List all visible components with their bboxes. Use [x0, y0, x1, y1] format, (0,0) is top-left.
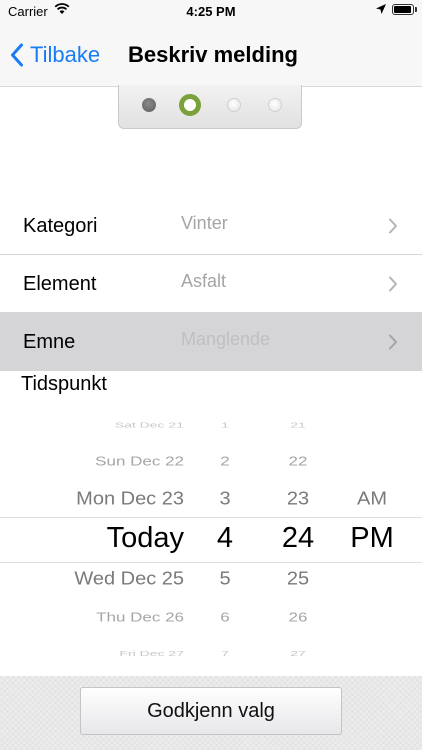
picker-item[interactable]: AM	[340, 490, 404, 508]
status-time: 4:25 PM	[186, 4, 236, 19]
row-value: Manglende	[181, 329, 271, 349]
picker-item[interactable]: Fri Dec 27	[0, 649, 184, 657]
row-value: Asfalt	[181, 271, 227, 291]
location-arrow-icon	[375, 3, 387, 18]
picker-column-ampm[interactable]: PM AM	[340, 422, 404, 658]
picker-item[interactable]: Mon Dec 23	[0, 490, 184, 508]
picker-item[interactable]: 26	[266, 611, 330, 624]
back-label: Tilbake	[30, 42, 101, 67]
step-indicator	[118, 85, 302, 129]
picker-item[interactable]: Sun Dec 22	[0, 455, 184, 468]
picker-item[interactable]: Thu Dec 26	[0, 611, 184, 624]
page-title: Beskriv melding	[128, 42, 298, 67]
picker-item[interactable]: Sat Dec 21	[0, 422, 184, 429]
picker-item[interactable]: 22	[266, 455, 330, 468]
picker-item[interactable]: 7	[195, 649, 255, 657]
battery-level	[394, 6, 411, 13]
battery-tip	[415, 7, 417, 12]
back-button[interactable]: Tilbake	[10, 40, 100, 70]
picker-item[interactable]: 2	[195, 455, 255, 468]
picker-item[interactable]: 27	[266, 649, 330, 657]
navigation-bar: Tilbake Beskriv melding	[0, 22, 422, 87]
picker-item[interactable]: 21	[266, 422, 330, 429]
date-time-picker[interactable]: Today Mon Dec 23 Wed Dec 25 Sun Dec 22 Thu D…	[0, 422, 422, 658]
picker-item[interactable]: 1	[195, 422, 255, 429]
step-dot-upcoming	[268, 98, 282, 112]
picker-item[interactable]: 4	[195, 524, 255, 553]
picker-item[interactable]: 23	[266, 490, 330, 508]
picker-item[interactable]: 25	[266, 570, 330, 588]
row-label: Element	[23, 273, 97, 295]
battery-icon	[392, 4, 414, 15]
step-dot-upcoming	[227, 98, 241, 112]
chevron-right-icon	[389, 334, 397, 350]
picker-item[interactable]: 3	[195, 490, 255, 508]
picker-item[interactable]: 6	[195, 611, 255, 624]
section-label-tidspunkt: Tidspunkt	[21, 373, 107, 395]
picker-item[interactable]: 24	[266, 524, 330, 553]
picker-item[interactable]: Today	[0, 524, 184, 553]
picker-column-minutes[interactable]: 24 23 25 22 26 21 27	[266, 422, 330, 658]
picker-item[interactable]: 5	[195, 570, 255, 588]
step-dot-current	[179, 94, 201, 116]
status-bar: Carrier 4:25 PM	[0, 0, 422, 22]
bottom-toolbar: Godkjenn valg	[0, 676, 422, 750]
chevron-left-icon	[11, 43, 23, 67]
row-element[interactable]: Element Asfalt	[0, 255, 422, 313]
row-value: Vinter	[181, 213, 228, 233]
chevron-right-icon	[389, 276, 397, 292]
picker-column-days[interactable]: Today Mon Dec 23 Wed Dec 25 Sun Dec 22 Thu D…	[0, 422, 184, 658]
chevron-right-icon	[389, 218, 397, 234]
picker-item[interactable]: PM	[340, 524, 404, 553]
row-label: Emne	[23, 331, 76, 353]
row-label: Kategori	[23, 215, 98, 237]
picker-column-hours[interactable]: 4 3 5 2 6 1 7	[195, 422, 255, 658]
approve-button[interactable]: Godkjenn valg	[80, 687, 342, 735]
step-dot-completed	[142, 98, 156, 112]
row-kategori[interactable]: Kategori Vinter	[0, 197, 422, 255]
picker-item[interactable]: Wed Dec 25	[0, 570, 184, 588]
row-emne[interactable]: Emne Manglende	[0, 313, 422, 371]
